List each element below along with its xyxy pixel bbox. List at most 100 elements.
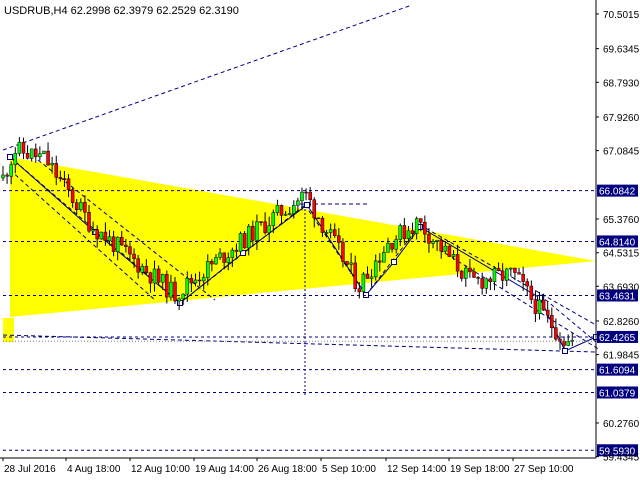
candle-body-98 bbox=[402, 225, 407, 239]
candle-body-49 bbox=[201, 277, 206, 282]
candle-body-120 bbox=[492, 268, 497, 282]
candle-body-22 bbox=[91, 229, 95, 232]
candle-body-128 bbox=[525, 281, 529, 287]
candle-body-15 bbox=[62, 178, 67, 180]
candle-body-32 bbox=[132, 253, 136, 259]
candle-body-33 bbox=[136, 258, 140, 273]
candle-body-53 bbox=[218, 252, 222, 258]
candle-body-132 bbox=[541, 299, 546, 311]
candle-body-93 bbox=[382, 252, 386, 263]
candle-body-59 bbox=[242, 233, 247, 249]
candle-body-131 bbox=[537, 299, 542, 314]
candle-body-70 bbox=[287, 213, 292, 215]
candle-body-77 bbox=[316, 217, 321, 220]
candle-body-122 bbox=[500, 270, 505, 281]
candle-body-138 bbox=[566, 341, 570, 346]
candle-body-8 bbox=[34, 148, 38, 158]
candle-body-110 bbox=[451, 254, 456, 257]
price-tick-label-2: 68.7930 bbox=[603, 78, 640, 89]
candle-body-87 bbox=[357, 288, 362, 293]
candle-body-26 bbox=[107, 236, 112, 242]
candle-body-29 bbox=[120, 236, 124, 246]
candle-body-13 bbox=[54, 163, 58, 178]
price-chart[interactable]: 66.084264.814063.463162.426561.609461.03… bbox=[0, 0, 640, 480]
candle-body-135 bbox=[554, 327, 558, 340]
candle-body-89 bbox=[365, 273, 370, 279]
candle-body-25 bbox=[103, 231, 108, 242]
candle-body-31 bbox=[128, 246, 132, 255]
candle-body-21 bbox=[87, 212, 91, 232]
candle-body-126 bbox=[517, 272, 521, 275]
time-tick-label-3: 19 Aug 14:00 bbox=[195, 464, 254, 475]
candle-body-73 bbox=[300, 191, 304, 202]
candle-body-95 bbox=[390, 242, 394, 250]
candle-body-44 bbox=[181, 293, 185, 300]
candle-body-92 bbox=[378, 260, 382, 263]
level-label-4: 61.6094 bbox=[599, 366, 636, 377]
candle-body-81 bbox=[332, 229, 337, 237]
time-tick-label-2: 12 Aug 10:00 bbox=[131, 464, 190, 475]
price-tick-label-0: 70.5015 bbox=[603, 10, 640, 21]
candle-body-129 bbox=[529, 285, 534, 300]
candle-body-97 bbox=[398, 225, 403, 240]
time-tick-label-8: 27 Sep 10:00 bbox=[514, 464, 574, 475]
candle-body-45 bbox=[185, 277, 190, 295]
candle-body-123 bbox=[505, 268, 509, 281]
candle-body-11 bbox=[46, 150, 50, 166]
price-tick-label-9: 61.9845 bbox=[603, 351, 640, 362]
candle-body-75 bbox=[308, 191, 312, 200]
wave-point-6 bbox=[391, 259, 397, 265]
candle-body-56 bbox=[230, 249, 235, 258]
candle-body-108 bbox=[443, 245, 448, 252]
candle-body-103 bbox=[423, 222, 427, 235]
candle-body-114 bbox=[468, 267, 472, 272]
candle-body-90 bbox=[369, 276, 374, 279]
candle-body-52 bbox=[214, 257, 218, 265]
candle-body-55 bbox=[226, 257, 231, 263]
candle-body-112 bbox=[459, 270, 464, 279]
candle-body-60 bbox=[246, 226, 251, 249]
candle-body-121 bbox=[496, 268, 501, 272]
candle-body-19 bbox=[79, 202, 83, 210]
time-tick-label-6: 12 Sep 14:00 bbox=[387, 464, 447, 475]
candle-body-104 bbox=[427, 233, 431, 244]
candle-body-66 bbox=[271, 212, 276, 226]
triangle-pattern-tail bbox=[3, 318, 14, 342]
time-tick-label-4: 26 Aug 18:00 bbox=[258, 464, 317, 475]
candle-body-86 bbox=[353, 262, 357, 289]
candle-body-74 bbox=[304, 191, 308, 194]
candle-body-34 bbox=[140, 266, 144, 273]
candle-body-6 bbox=[25, 153, 30, 159]
time-tick-label-5: 5 Sep 10:00 bbox=[322, 464, 376, 475]
candle-body-117 bbox=[480, 278, 484, 289]
level-label-3: 62.4265 bbox=[599, 333, 636, 344]
candle-body-54 bbox=[222, 252, 226, 263]
candle-body-137 bbox=[562, 340, 566, 346]
candle-body-105 bbox=[431, 241, 435, 244]
time-tick-label-0: 28 Jul 2016 bbox=[4, 464, 56, 475]
candle-body-69 bbox=[283, 213, 288, 216]
candle-body-65 bbox=[267, 225, 271, 233]
price-tick-label-1: 69.6345 bbox=[603, 45, 640, 56]
candle-body-115 bbox=[472, 271, 476, 278]
candle-body-96 bbox=[394, 239, 398, 250]
candle-body-82 bbox=[337, 235, 341, 243]
candle-body-88 bbox=[361, 273, 366, 293]
candle-body-50 bbox=[206, 261, 210, 278]
candle-body-80 bbox=[328, 229, 333, 233]
candle-body-119 bbox=[488, 278, 493, 282]
candle-body-5 bbox=[21, 141, 26, 154]
candle-body-78 bbox=[320, 217, 325, 233]
candle-body-16 bbox=[66, 178, 71, 190]
candle-body-38 bbox=[156, 268, 161, 283]
candle-body-84 bbox=[345, 261, 349, 265]
candle-body-116 bbox=[476, 277, 480, 279]
candle-body-39 bbox=[160, 274, 165, 283]
candle-body-102 bbox=[418, 218, 423, 223]
candle-body-118 bbox=[484, 278, 489, 289]
candle-body-17 bbox=[70, 189, 75, 203]
candle-body-3 bbox=[13, 153, 18, 166]
candle-body-4 bbox=[17, 141, 22, 154]
candle-body-43 bbox=[177, 298, 181, 302]
candle-body-111 bbox=[455, 254, 460, 272]
